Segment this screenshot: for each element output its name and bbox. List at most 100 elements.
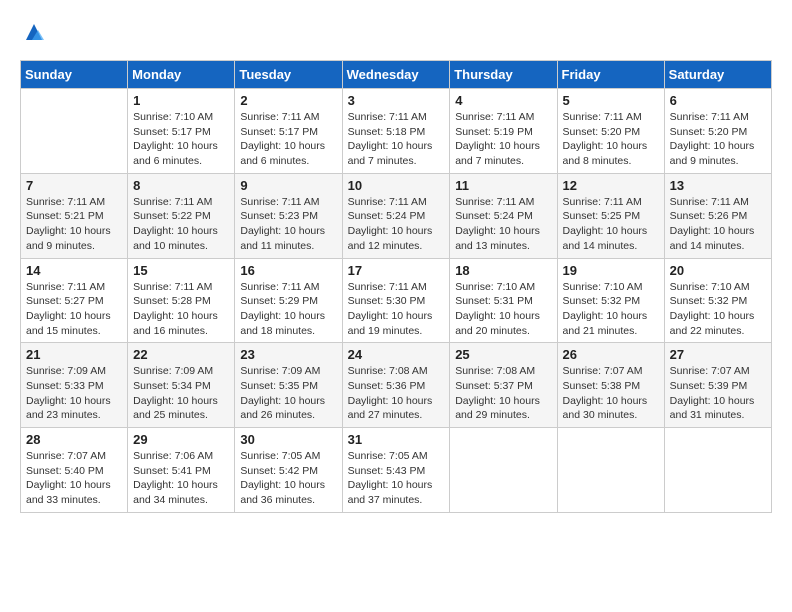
calendar-cell: 1 Sunrise: 7:10 AMSunset: 5:17 PMDaylight… (128, 89, 235, 174)
calendar-cell: 20 Sunrise: 7:10 AMSunset: 5:32 PMDayligh… (664, 258, 771, 343)
calendar-week-row: 21 Sunrise: 7:09 AMSunset: 5:33 PMDayligh… (21, 343, 772, 428)
calendar-cell (557, 428, 664, 513)
calendar-header-friday: Friday (557, 61, 664, 89)
day-info: Sunrise: 7:09 AMSunset: 5:34 PMDaylight:… (133, 364, 229, 423)
day-number: 17 (348, 263, 445, 278)
day-info: Sunrise: 7:10 AMSunset: 5:17 PMDaylight:… (133, 110, 229, 169)
calendar-cell: 25Sunrise: 7:08 AMSunset: 5:37 PMDayligh… (450, 343, 557, 428)
calendar-cell: 8 Sunrise: 7:11 AMSunset: 5:22 PMDaylight… (128, 173, 235, 258)
day-info: Sunrise: 7:11 AMSunset: 5:23 PMDaylight:… (240, 195, 336, 254)
day-number: 14 (26, 263, 122, 278)
logo (20, 20, 46, 44)
logo-icon (22, 20, 46, 44)
calendar-week-row: 1 Sunrise: 7:10 AMSunset: 5:17 PMDaylight… (21, 89, 772, 174)
day-info: Sunrise: 7:11 AMSunset: 5:27 PMDaylight:… (26, 280, 122, 339)
calendar-cell: 18 Sunrise: 7:10 AMSunset: 5:31 PMDayligh… (450, 258, 557, 343)
calendar-cell: 28 Sunrise: 7:07 AMSunset: 5:40 PMDayligh… (21, 428, 128, 513)
day-info: Sunrise: 7:11 AMSunset: 5:29 PMDaylight:… (240, 280, 336, 339)
day-number: 7 (26, 178, 122, 193)
day-number: 25 (455, 347, 551, 362)
day-number: 27 (670, 347, 766, 362)
day-number: 10 (348, 178, 445, 193)
day-number: 22 (133, 347, 229, 362)
page-header (20, 20, 772, 44)
day-number: 21 (26, 347, 122, 362)
day-info: Sunrise: 7:11 AMSunset: 5:28 PMDaylight:… (133, 280, 229, 339)
day-number: 8 (133, 178, 229, 193)
day-number: 5 (563, 93, 659, 108)
calendar-cell: 14 Sunrise: 7:11 AMSunset: 5:27 PMDayligh… (21, 258, 128, 343)
day-number: 30 (240, 432, 336, 447)
day-info: Sunrise: 7:11 AMSunset: 5:22 PMDaylight:… (133, 195, 229, 254)
day-info: Sunrise: 7:08 AMSunset: 5:36 PMDaylight:… (348, 364, 445, 423)
day-number: 26 (563, 347, 659, 362)
calendar-cell (664, 428, 771, 513)
calendar-cell: 11Sunrise: 7:11 AMSunset: 5:24 PMDayligh… (450, 173, 557, 258)
day-info: Sunrise: 7:10 AMSunset: 5:32 PMDaylight:… (563, 280, 659, 339)
calendar-header-tuesday: Tuesday (235, 61, 342, 89)
calendar-cell: 26 Sunrise: 7:07 AMSunset: 5:38 PMDayligh… (557, 343, 664, 428)
calendar-cell: 30 Sunrise: 7:05 AMSunset: 5:42 PMDayligh… (235, 428, 342, 513)
day-number: 13 (670, 178, 766, 193)
day-number: 18 (455, 263, 551, 278)
day-number: 6 (670, 93, 766, 108)
day-number: 23 (240, 347, 336, 362)
day-info: Sunrise: 7:10 AMSunset: 5:32 PMDaylight:… (670, 280, 766, 339)
day-info: Sunrise: 7:11 AMSunset: 5:17 PMDaylight:… (240, 110, 336, 169)
calendar-cell: 17 Sunrise: 7:11 AMSunset: 5:30 PMDayligh… (342, 258, 450, 343)
calendar-header-thursday: Thursday (450, 61, 557, 89)
day-number: 15 (133, 263, 229, 278)
calendar-cell: 9Sunrise: 7:11 AMSunset: 5:23 PMDaylight… (235, 173, 342, 258)
calendar-cell: 4 Sunrise: 7:11 AMSunset: 5:19 PMDaylight… (450, 89, 557, 174)
calendar-cell: 13 Sunrise: 7:11 AMSunset: 5:26 PMDayligh… (664, 173, 771, 258)
calendar-cell: 19 Sunrise: 7:10 AMSunset: 5:32 PMDayligh… (557, 258, 664, 343)
calendar-cell: 3Sunrise: 7:11 AMSunset: 5:18 PMDaylight… (342, 89, 450, 174)
calendar-cell: 2 Sunrise: 7:11 AMSunset: 5:17 PMDaylight… (235, 89, 342, 174)
day-info: Sunrise: 7:09 AMSunset: 5:33 PMDaylight:… (26, 364, 122, 423)
day-number: 1 (133, 93, 229, 108)
day-info: Sunrise: 7:11 AMSunset: 5:30 PMDaylight:… (348, 280, 445, 339)
day-number: 2 (240, 93, 336, 108)
calendar-table: SundayMondayTuesdayWednesdayThursdayFrid… (20, 60, 772, 513)
calendar-week-row: 14 Sunrise: 7:11 AMSunset: 5:27 PMDayligh… (21, 258, 772, 343)
calendar-header-monday: Monday (128, 61, 235, 89)
calendar-cell: 16 Sunrise: 7:11 AMSunset: 5:29 PMDayligh… (235, 258, 342, 343)
calendar-week-row: 28 Sunrise: 7:07 AMSunset: 5:40 PMDayligh… (21, 428, 772, 513)
calendar-cell: 22 Sunrise: 7:09 AMSunset: 5:34 PMDayligh… (128, 343, 235, 428)
calendar-cell: 5 Sunrise: 7:11 AMSunset: 5:20 PMDaylight… (557, 89, 664, 174)
day-number: 4 (455, 93, 551, 108)
calendar-cell: 27Sunrise: 7:07 AMSunset: 5:39 PMDayligh… (664, 343, 771, 428)
calendar-header-row: SundayMondayTuesdayWednesdayThursdayFrid… (21, 61, 772, 89)
calendar-cell: 23 Sunrise: 7:09 AMSunset: 5:35 PMDayligh… (235, 343, 342, 428)
day-number: 24 (348, 347, 445, 362)
day-info: Sunrise: 7:10 AMSunset: 5:31 PMDaylight:… (455, 280, 551, 339)
day-number: 20 (670, 263, 766, 278)
day-number: 28 (26, 432, 122, 447)
day-number: 3 (348, 93, 445, 108)
day-info: Sunrise: 7:11 AMSunset: 5:19 PMDaylight:… (455, 110, 551, 169)
day-info: Sunrise: 7:05 AMSunset: 5:43 PMDaylight:… (348, 449, 445, 508)
day-info: Sunrise: 7:11 AMSunset: 5:20 PMDaylight:… (670, 110, 766, 169)
calendar-cell: 10 Sunrise: 7:11 AMSunset: 5:24 PMDayligh… (342, 173, 450, 258)
day-info: Sunrise: 7:07 AMSunset: 5:38 PMDaylight:… (563, 364, 659, 423)
calendar-header-saturday: Saturday (664, 61, 771, 89)
day-number: 19 (563, 263, 659, 278)
day-number: 31 (348, 432, 445, 447)
day-info: Sunrise: 7:05 AMSunset: 5:42 PMDaylight:… (240, 449, 336, 508)
day-info: Sunrise: 7:11 AMSunset: 5:24 PMDaylight:… (455, 195, 551, 254)
calendar-cell: 24 Sunrise: 7:08 AMSunset: 5:36 PMDayligh… (342, 343, 450, 428)
day-info: Sunrise: 7:07 AMSunset: 5:40 PMDaylight:… (26, 449, 122, 508)
day-info: Sunrise: 7:11 AMSunset: 5:24 PMDaylight:… (348, 195, 445, 254)
day-info: Sunrise: 7:11 AMSunset: 5:26 PMDaylight:… (670, 195, 766, 254)
day-info: Sunrise: 7:11 AMSunset: 5:20 PMDaylight:… (563, 110, 659, 169)
day-info: Sunrise: 7:11 AMSunset: 5:21 PMDaylight:… (26, 195, 122, 254)
day-number: 29 (133, 432, 229, 447)
day-info: Sunrise: 7:06 AMSunset: 5:41 PMDaylight:… (133, 449, 229, 508)
day-info: Sunrise: 7:09 AMSunset: 5:35 PMDaylight:… (240, 364, 336, 423)
calendar-cell: 29 Sunrise: 7:06 AMSunset: 5:41 PMDayligh… (128, 428, 235, 513)
calendar-cell (450, 428, 557, 513)
day-number: 16 (240, 263, 336, 278)
calendar-header-sunday: Sunday (21, 61, 128, 89)
calendar-cell: 31 Sunrise: 7:05 AMSunset: 5:43 PMDayligh… (342, 428, 450, 513)
calendar-cell: 12Sunrise: 7:11 AMSunset: 5:25 PMDayligh… (557, 173, 664, 258)
